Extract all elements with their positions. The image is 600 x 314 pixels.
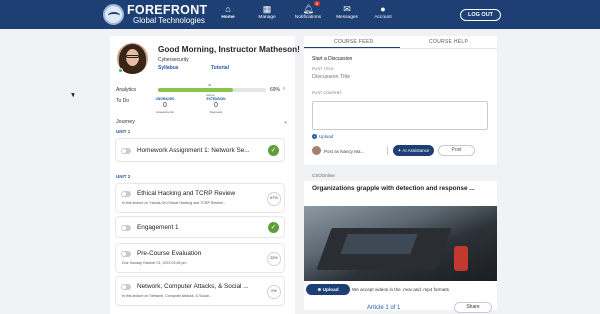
analytics-label: Analytics (116, 87, 137, 93)
nav-messages[interactable]: ✉ Messages (327, 4, 367, 20)
post-content-textarea[interactable] (312, 101, 488, 130)
journey-item[interactable]: Network, Computer Attacks, & Social ... … (115, 276, 285, 306)
todo-ungraded-count: 0 (163, 102, 167, 109)
visibility-toggle[interactable] (121, 225, 131, 231)
ai-assistance-button[interactable]: ✦ AI Assistance (393, 145, 434, 156)
user-icon: ● (380, 4, 386, 14)
tab-course-help[interactable]: COURSE HELP (429, 39, 468, 45)
article-pager: Article 1 of 1 (367, 305, 401, 311)
course-name: Cybersecurity (158, 57, 189, 63)
journey-item-description: In this lecture on 'Hands-On Ethical Hac… (122, 201, 227, 205)
news-source: CSOOnline (312, 173, 335, 178)
nav-account[interactable]: ● Account (363, 4, 403, 20)
visibility-toggle[interactable] (121, 284, 131, 290)
upload-link-label: Upload (319, 134, 334, 139)
envelope-icon: ✉ (343, 4, 351, 14)
tab-divider (304, 48, 497, 49)
syllabus-link[interactable]: Syllabus (158, 65, 179, 71)
progress-marker-label: 4b (208, 83, 212, 87)
brand-name: FOREFRONT (127, 3, 208, 17)
journey-item[interactable]: Homework Assignment 1: Network Se... ✓ (115, 138, 285, 162)
journey-item-title: Ethical Hacking and TCRP Review (137, 190, 236, 197)
progress-ring: 0% (267, 285, 281, 299)
upload-link[interactable]: + Upload (312, 134, 334, 140)
logout-button[interactable]: LOG OUT (460, 9, 501, 21)
post-content-label: POST CONTENT (312, 91, 342, 95)
journey-item[interactable]: Pre-Course Evaluation Due Sunday October… (115, 243, 285, 273)
nav-account-label: Account (374, 15, 392, 20)
news-article-card: Organizations grapple with detection and… (304, 181, 497, 313)
nav-notifications[interactable]: 🔔︎ 6 Notifications (288, 1, 328, 20)
post-button[interactable]: Post (438, 145, 475, 156)
share-button[interactable]: Share (454, 302, 492, 313)
article-headline[interactable]: Organizations grapple with detection and… (312, 185, 475, 192)
chevron-right-icon[interactable]: › (283, 86, 285, 92)
visibility-toggle[interactable] (121, 191, 131, 197)
tab-course-feed[interactable]: COURSE FEED (334, 39, 373, 45)
avatar (312, 146, 321, 155)
divider (387, 146, 388, 155)
nav-manage[interactable]: ▦ Manage (247, 4, 287, 20)
visibility-toggle[interactable] (121, 251, 131, 257)
journey-item-description: In this lecture on 'Network, Computer At… (122, 294, 212, 298)
todo-extension[interactable]: EXTENSION 0 Requests (200, 97, 232, 114)
globe-logo-icon (103, 4, 124, 25)
post-actions-row: Post as Nancy Ma... ✦ AI Assistance Post (310, 144, 492, 158)
todo-ungraded-sub: Assessments (156, 110, 174, 114)
course-feed-panel: COURSE FEED COURSE HELP Start a Discussi… (304, 36, 497, 314)
grid-icon: ▦ (262, 4, 272, 14)
todo-extension-count: 0 (214, 102, 218, 109)
nav-messages-label: Messages (336, 15, 358, 20)
nav-notifications-label: Notifications (294, 15, 322, 20)
analytics-progress-fill (158, 88, 233, 92)
nav-manage-label: Manage (258, 15, 276, 20)
journey-item-title: Engagement 1 (137, 224, 179, 231)
journey-item-title: Pre-Course Evaluation (137, 250, 202, 257)
ai-assistance-label: AI Assistance (402, 148, 430, 153)
post-title-label: POST TITLE (312, 67, 334, 71)
progress-ring: 67% (267, 192, 281, 206)
video-format-note: We accept videos in the .mov and .mp4 fo… (352, 287, 449, 292)
top-nav-bar: FOREFRONT Global Technologies ⌂ Home ▦ M… (0, 0, 600, 29)
bell-icon: 🔔︎ 6 (302, 1, 320, 14)
unit-label: UNIT 1 (116, 129, 131, 134)
journey-item-title: Network, Computer Attacks, & Social ... (137, 283, 249, 290)
journey-item[interactable]: Ethical Hacking and TCRP Review In this … (115, 183, 285, 213)
analytics-progress-bar (158, 88, 266, 92)
completed-check-icon: ✓ (268, 222, 279, 233)
post-as-selector[interactable]: Post as Nancy Ma... (324, 149, 364, 154)
instructor-dashboard-panel: Good Morning, Instructor Matheson! Cyber… (110, 36, 300, 314)
todo-extension-sub: Requests (209, 110, 223, 114)
notification-badge: 6 (314, 1, 320, 6)
completed-check-icon: ✓ (268, 145, 279, 156)
mouse-cursor-icon (71, 91, 76, 98)
start-discussion-heading: Start a Discussion (312, 56, 353, 62)
journey-item-title: Homework Assignment 1: Network Se... (137, 147, 250, 154)
todo-ungraded[interactable]: UNGRADED 0 Assessments (149, 97, 181, 114)
unit-label: UNIT 2 (116, 174, 131, 179)
greeting-title: Good Morning, Instructor Matheson! (158, 45, 300, 54)
post-title-input[interactable] (312, 72, 432, 82)
todo-label: To Do (116, 98, 130, 104)
analytics-percent: 69% (270, 87, 281, 93)
upload-video-button[interactable]: ⊕ Upload (306, 284, 350, 295)
nav-home-label: Home (221, 15, 235, 20)
article-image (304, 206, 497, 281)
journey-item[interactable]: Engagement 1 ✓ (115, 216, 285, 238)
visibility-toggle[interactable] (121, 148, 131, 154)
chevron-down-icon[interactable]: ⌄ (283, 118, 288, 125)
upload-video-label: Upload (322, 287, 339, 292)
journey-label: Journey (116, 119, 135, 125)
online-status-icon (118, 68, 123, 73)
home-icon: ⌂ (225, 4, 231, 14)
brand-subtitle: Global Technologies (133, 16, 205, 25)
discussion-composer: COURSE FEED COURSE HELP Start a Discussi… (304, 36, 497, 165)
plus-icon: + (312, 134, 317, 140)
journey-item-due-date: Due Sunday October 01, 2023 02:46 pm (122, 261, 187, 265)
brand-logo[interactable]: FOREFRONT Global Technologies (103, 3, 207, 26)
progress-ring: 22% (267, 252, 281, 266)
nav-home[interactable]: ⌂ Home (208, 4, 248, 20)
tutorial-link[interactable]: Tutorial (211, 65, 229, 71)
